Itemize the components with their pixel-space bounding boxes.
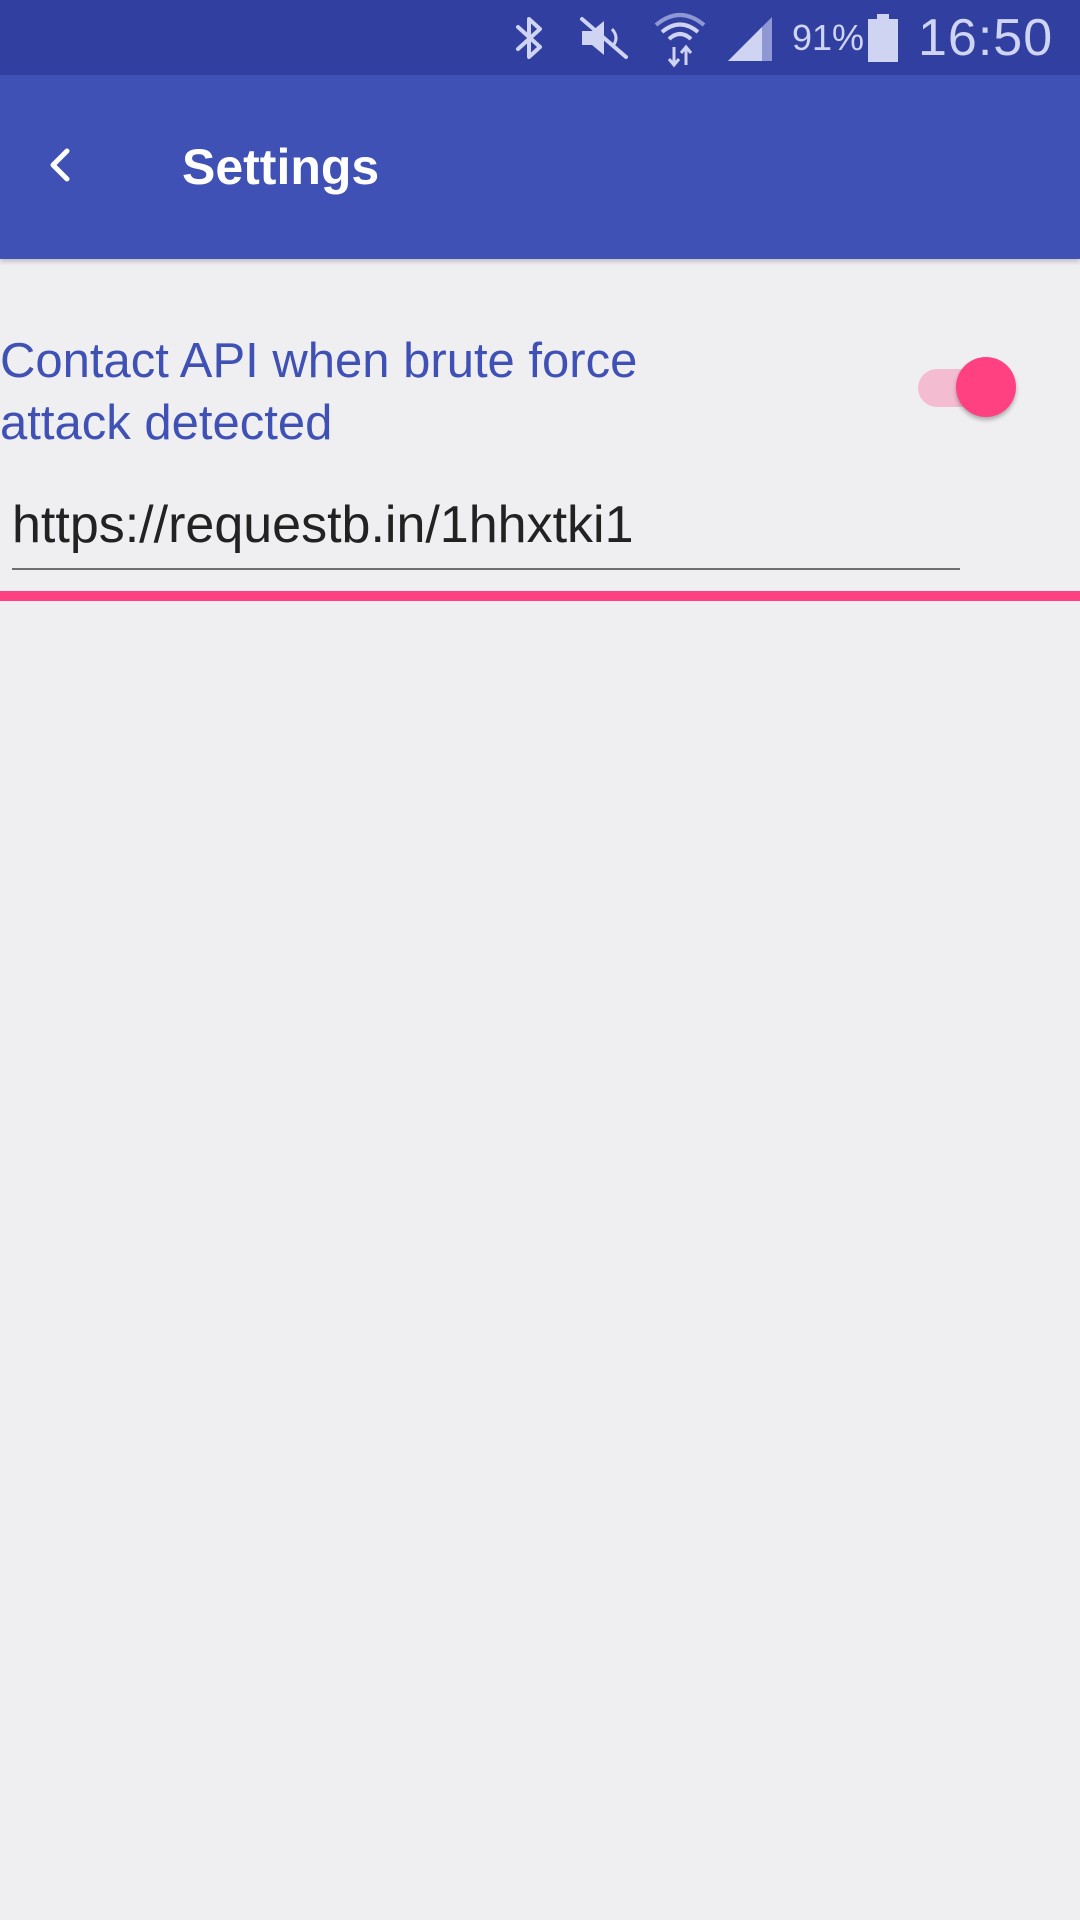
chevron-left-icon: [45, 145, 75, 190]
signal-icon: [726, 0, 774, 75]
app-bar: Settings: [0, 75, 1080, 259]
preference-title: Contact API when brute force attack dete…: [0, 334, 638, 450]
battery-percent: 91%: [792, 16, 865, 58]
toggle-thumb: [956, 357, 1016, 417]
api-url-input[interactable]: [12, 488, 960, 562]
api-url-field[interactable]: [12, 488, 960, 570]
battery-icon: [866, 0, 900, 75]
wifi-icon: [652, 0, 708, 75]
page-title: Settings: [182, 139, 380, 195]
contact-api-toggle[interactable]: [916, 352, 1016, 418]
bluetooth-icon: [510, 0, 550, 75]
mute-icon: [578, 0, 630, 75]
preference-row[interactable]: Contact API when brute force attack dete…: [0, 318, 1080, 458]
clock: 16:50: [918, 8, 1054, 67]
back-button[interactable]: [28, 135, 92, 199]
accent-divider: [0, 591, 1080, 601]
status-bar: 91% 16:50: [0, 0, 1080, 75]
